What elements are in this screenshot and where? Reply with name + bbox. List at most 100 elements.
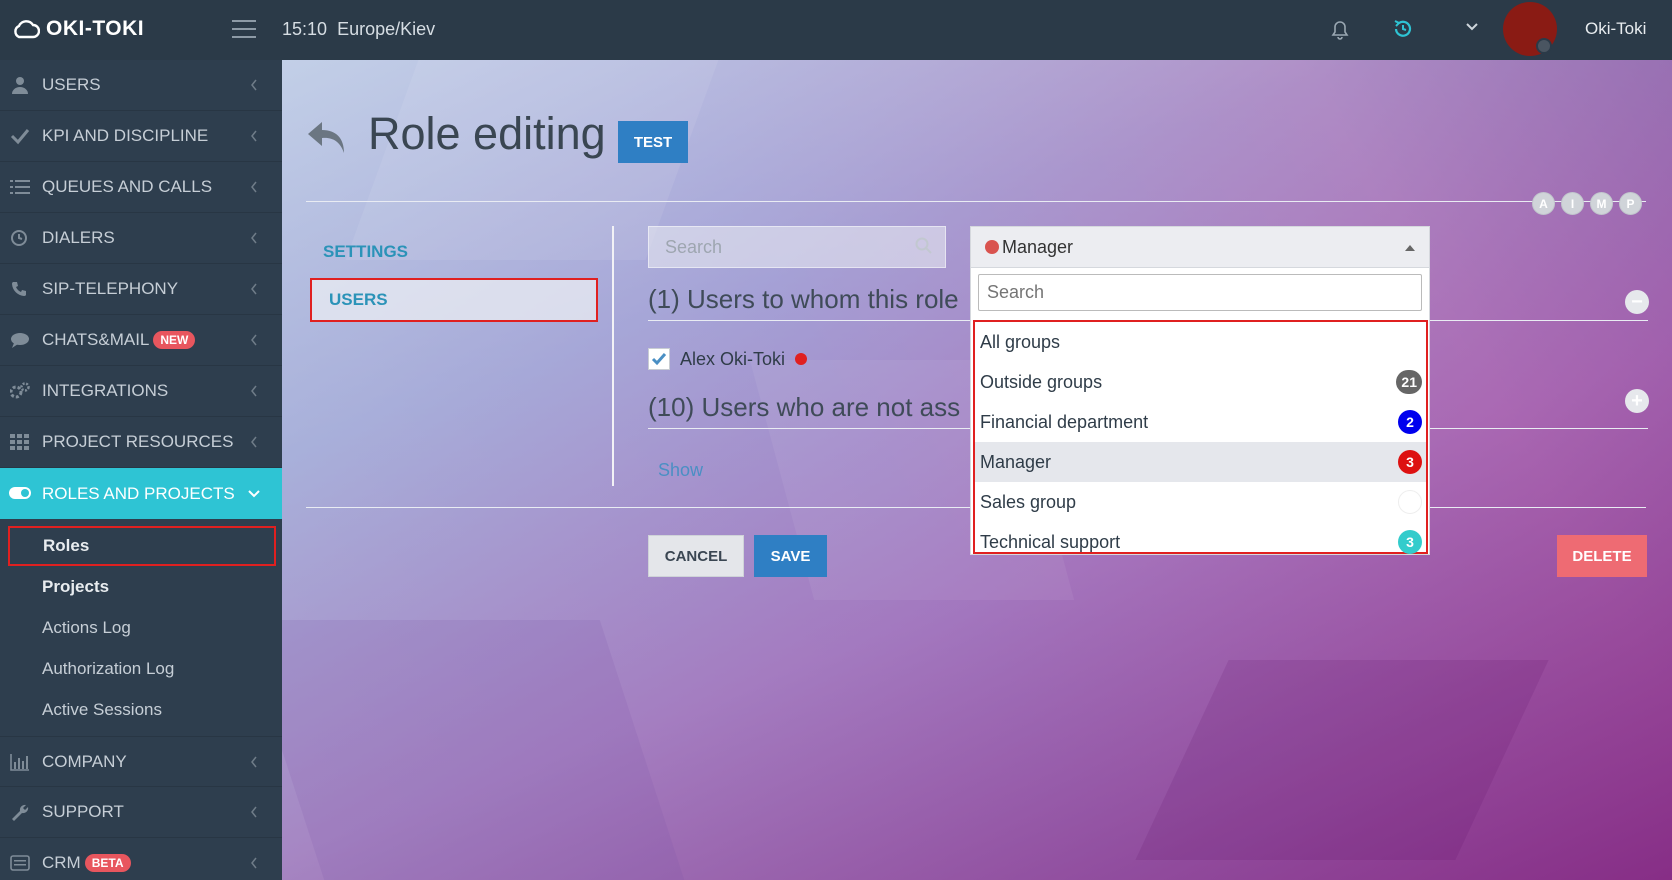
tab-list: SETTINGS USERS bbox=[306, 226, 610, 322]
circle-buttons: A I M P bbox=[1532, 192, 1642, 215]
chevron-left-icon bbox=[251, 334, 257, 346]
time-text: 15:10 bbox=[282, 19, 328, 39]
roles-submenu: Roles Projects Actions Log Authorization… bbox=[0, 519, 282, 736]
tab-users[interactable]: USERS bbox=[310, 278, 598, 322]
cancel-button[interactable]: CANCEL bbox=[648, 535, 744, 577]
sidebar-item-support[interactable]: SUPPORT bbox=[0, 787, 282, 838]
save-button[interactable]: SAVE bbox=[754, 535, 827, 577]
check-icon bbox=[10, 129, 30, 145]
show-link[interactable]: Show bbox=[658, 460, 703, 481]
sidebar-item-users[interactable]: USERS bbox=[0, 60, 282, 111]
submenu-item-projects[interactable]: Projects bbox=[0, 566, 282, 607]
role-name-badge[interactable]: TEST bbox=[618, 121, 688, 163]
back-arrow-icon[interactable] bbox=[306, 120, 348, 156]
option-technical-support[interactable]: Technical support 3 bbox=[975, 522, 1426, 562]
checkmark-icon bbox=[651, 353, 667, 366]
logo-text: OKI-TOKI bbox=[46, 17, 145, 40]
chevron-left-icon bbox=[251, 181, 257, 193]
group-search-input[interactable] bbox=[978, 274, 1422, 311]
sidebar-item-chats[interactable]: CHATS&MAIL NEW bbox=[0, 315, 282, 366]
chevron-left-icon bbox=[251, 857, 257, 869]
option-label: Sales group bbox=[980, 491, 1077, 512]
page-title: Role editing bbox=[368, 108, 606, 159]
option-label: Manager bbox=[980, 451, 1052, 472]
count-badge: 3 bbox=[1398, 450, 1422, 474]
chevron-down-icon bbox=[248, 490, 260, 498]
clock: 15:10 Europe/Kiev bbox=[282, 19, 435, 40]
sidebar-item-label: CRM bbox=[42, 853, 81, 872]
user-checkbox[interactable] bbox=[648, 348, 670, 370]
option-label: Outside groups bbox=[980, 371, 1103, 392]
sidebar-item-queues[interactable]: QUEUES AND CALLS bbox=[0, 162, 282, 213]
bell-icon[interactable] bbox=[1330, 18, 1350, 42]
submenu-item-authorization-log[interactable]: Authorization Log bbox=[0, 648, 282, 689]
count-badge: 3 bbox=[1398, 530, 1422, 554]
bar-chart-icon bbox=[10, 754, 29, 771]
chevron-left-icon bbox=[251, 436, 257, 448]
group-select-value: Manager bbox=[1002, 236, 1074, 257]
cloud-icon bbox=[14, 20, 40, 39]
group-dropdown-panel: All groups Outside groups 21 Financial d… bbox=[970, 267, 1430, 555]
sidebar-item-integrations[interactable]: INTEGRATIONS bbox=[0, 366, 282, 417]
option-label: Technical support bbox=[980, 531, 1121, 552]
option-manager[interactable]: Manager 3 bbox=[975, 442, 1426, 482]
sidebar-item-label: QUEUES AND CALLS bbox=[42, 177, 213, 196]
option-sales-group[interactable]: Sales group bbox=[975, 482, 1426, 522]
new-badge: NEW bbox=[153, 331, 196, 349]
sidebar-item-label: CHATS&MAIL bbox=[42, 330, 150, 349]
group-color-dot bbox=[985, 240, 999, 254]
sidebar-item-crm[interactable]: CRM BETA bbox=[0, 838, 282, 880]
beta-badge: BETA bbox=[84, 854, 131, 872]
sidebar-item-company[interactable]: COMPANY bbox=[0, 736, 282, 787]
user-search-input[interactable]: Search bbox=[648, 226, 946, 268]
delete-button[interactable]: DELETE bbox=[1557, 535, 1647, 577]
username[interactable]: Oki-Toki bbox=[1585, 19, 1646, 39]
background-facet bbox=[1135, 660, 1549, 860]
submenu-item-active-sessions[interactable]: Active Sessions bbox=[0, 689, 282, 730]
user-icon bbox=[12, 77, 28, 94]
sidebar-item-sip[interactable]: SIP-TELEPHONY bbox=[0, 264, 282, 315]
group-options-list: All groups Outside groups 21 Financial d… bbox=[973, 320, 1428, 554]
chat-icon bbox=[11, 333, 29, 348]
user-row[interactable]: Alex Oki-Toki bbox=[648, 348, 808, 370]
status-dot bbox=[1536, 38, 1552, 54]
sidebar-item-dialers[interactable]: DIALERS bbox=[0, 213, 282, 264]
chevron-left-icon bbox=[251, 806, 257, 818]
toggle-icon bbox=[9, 487, 31, 499]
crm-icon bbox=[10, 855, 30, 871]
hamburger-menu-icon[interactable] bbox=[232, 20, 256, 40]
collapse-icon[interactable]: − bbox=[1625, 290, 1649, 314]
sidebar: USERS KPI AND DISCIPLINE QUEUES AND CALL… bbox=[0, 60, 282, 880]
tab-settings[interactable]: SETTINGS bbox=[306, 226, 610, 278]
submenu-item-roles[interactable]: Roles bbox=[8, 526, 276, 566]
sidebar-item-roles-and-projects[interactable]: ROLES AND PROJECTS bbox=[0, 468, 282, 519]
option-all-groups[interactable]: All groups bbox=[975, 322, 1426, 362]
group-select[interactable]: Manager bbox=[970, 226, 1430, 268]
logo[interactable]: OKI-TOKI bbox=[12, 17, 144, 41]
circle-button-a[interactable]: A bbox=[1532, 192, 1555, 215]
chevron-left-icon bbox=[251, 130, 257, 142]
sidebar-item-label: KPI AND DISCIPLINE bbox=[42, 126, 209, 145]
option-outside-groups[interactable]: Outside groups 21 bbox=[975, 362, 1426, 402]
top-bar: OKI-TOKI 15:10 Europe/Kiev Oki-Toki bbox=[0, 0, 1672, 60]
sidebar-item-project-resources[interactable]: PROJECT RESOURCES bbox=[0, 417, 282, 468]
expand-icon[interactable]: + bbox=[1625, 389, 1649, 413]
sidebar-item-label: SIP-TELEPHONY bbox=[42, 279, 179, 298]
circle-button-m[interactable]: M bbox=[1590, 192, 1613, 215]
wrench-icon bbox=[12, 804, 29, 821]
option-label: Financial department bbox=[980, 411, 1149, 432]
divider bbox=[306, 201, 1646, 202]
phone-icon bbox=[11, 282, 26, 297]
search-icon bbox=[915, 237, 932, 254]
option-financial-department[interactable]: Financial department 2 bbox=[975, 402, 1426, 442]
submenu-item-actions-log[interactable]: Actions Log bbox=[0, 607, 282, 648]
refresh-icon[interactable] bbox=[1392, 18, 1414, 40]
circle-button-p[interactable]: P bbox=[1619, 192, 1642, 215]
sidebar-item-label: COMPANY bbox=[42, 751, 127, 771]
gears-icon bbox=[10, 382, 30, 399]
sidebar-item-kpi[interactable]: KPI AND DISCIPLINE bbox=[0, 111, 282, 162]
chevron-up-icon[interactable] bbox=[1405, 245, 1415, 251]
main-content: Role editing TEST A I M P SETTINGS USERS… bbox=[282, 60, 1672, 880]
chevron-down-icon[interactable] bbox=[1465, 22, 1479, 32]
circle-button-i[interactable]: I bbox=[1561, 192, 1584, 215]
